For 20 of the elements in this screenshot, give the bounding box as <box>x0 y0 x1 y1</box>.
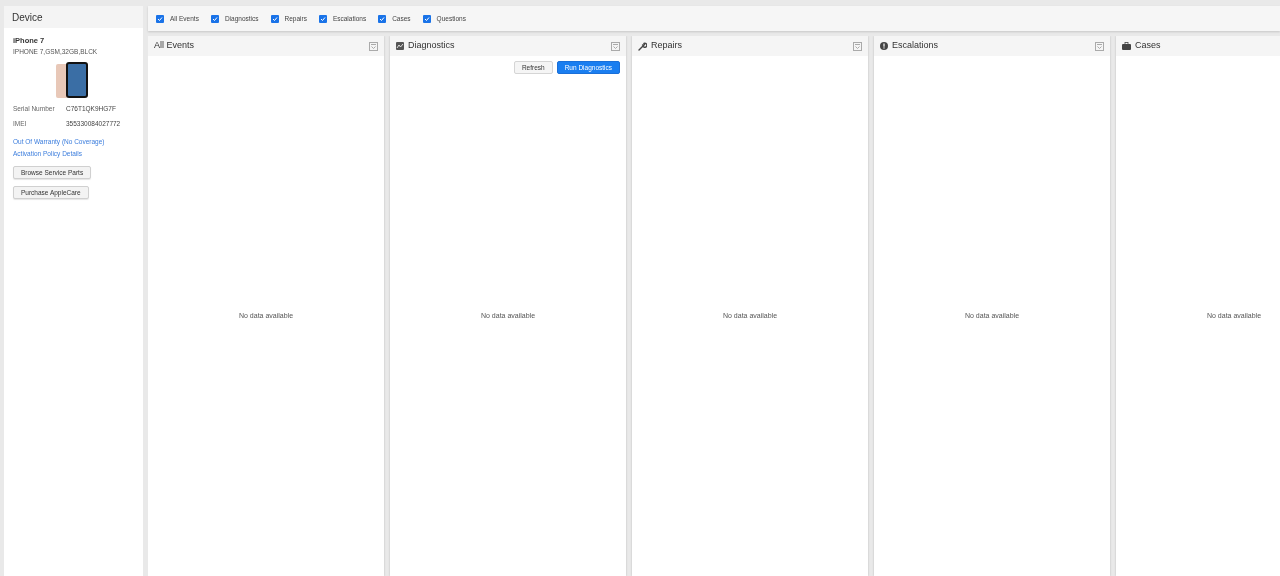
chart-icon <box>396 42 404 50</box>
checkbox[interactable] <box>318 14 327 23</box>
checkbox[interactable] <box>378 14 387 23</box>
wrench-icon <box>638 41 647 51</box>
checkbox[interactable] <box>156 14 164 23</box>
collapse-icon[interactable] <box>1095 41 1104 51</box>
panel-title: Cases <box>1135 39 1162 53</box>
checkbox[interactable] <box>210 14 219 23</box>
checkbox[interactable] <box>270 14 279 23</box>
collapse-icon[interactable] <box>853 41 862 51</box>
panel-title: Diagnostics <box>408 39 456 53</box>
panel-title: Repairs <box>651 39 683 53</box>
checkbox[interactable] <box>422 14 431 23</box>
panel-title: Escalations <box>892 39 940 53</box>
collapse-icon[interactable] <box>369 41 378 51</box>
exclamation-icon <box>880 42 888 50</box>
collapse-icon[interactable] <box>611 41 620 51</box>
briefcase-icon <box>1122 42 1131 50</box>
panel-title: Device <box>12 10 43 25</box>
panel-title: All Events <box>154 39 196 53</box>
